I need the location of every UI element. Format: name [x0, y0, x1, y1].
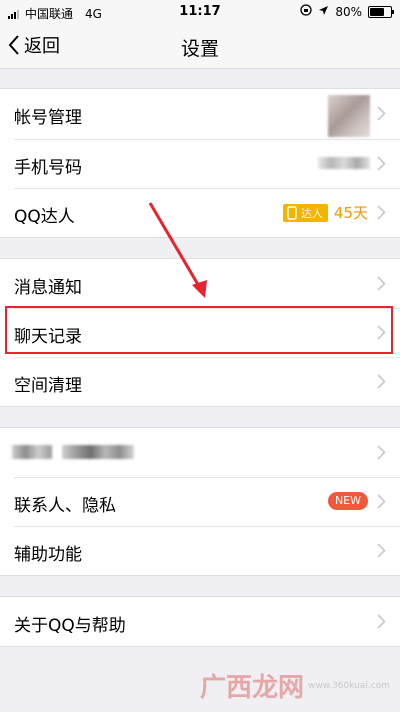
qq-expert-tag-text: 达人	[300, 206, 323, 220]
privacy-group: 联系人、隐私 NEW 辅助功能	[0, 427, 400, 576]
phone-number-value	[318, 157, 370, 169]
item-label: 关于QQ与帮助	[14, 616, 126, 636]
battery-icon	[368, 5, 394, 18]
settings-item-phone[interactable]: 手机号码	[0, 139, 400, 188]
chevron-right-icon	[377, 106, 386, 121]
settings-item-contacts-privacy[interactable]: 联系人、隐私 NEW	[0, 477, 400, 526]
watermark-url: www.360kuai.com	[307, 680, 390, 691]
avatar	[328, 95, 370, 137]
settings-item-blurred[interactable]	[0, 428, 400, 477]
chevron-right-icon	[377, 374, 386, 389]
chevron-right-icon	[377, 543, 386, 558]
settings-item-account[interactable]: 帐号管理	[0, 89, 400, 139]
settings-item-accessibility[interactable]: 辅助功能	[0, 526, 400, 575]
watermark-text: 广西龙网	[199, 673, 304, 703]
item-label: 空间清理	[14, 376, 82, 396]
settings-item-about[interactable]: 关于QQ与帮助	[0, 597, 400, 646]
battery-percent: 80%	[335, 4, 362, 19]
qq-expert-days: 45天	[333, 204, 368, 222]
item-label: 辅助功能	[14, 545, 82, 565]
watermark: 广西龙网 www.360kuai.com	[200, 667, 390, 704]
chevron-right-icon	[377, 445, 386, 460]
chevron-right-icon	[377, 325, 386, 340]
qq-expert-badge: 达人 45天	[282, 202, 368, 223]
phone-icon	[287, 205, 297, 220]
settings-item-chat-history[interactable]: 聊天记录	[0, 308, 400, 357]
settings-item-notifications[interactable]: 消息通知	[0, 259, 400, 308]
chevron-right-icon	[377, 156, 386, 171]
item-label: 消息通知	[14, 278, 82, 298]
about-group: 关于QQ与帮助	[0, 596, 400, 647]
item-label: 联系人、隐私	[14, 496, 116, 516]
settings-item-space-cleanup[interactable]: 空间清理	[0, 357, 400, 406]
blurred-label	[12, 445, 52, 459]
status-right: 80%	[300, 4, 394, 19]
item-label: 手机号码	[14, 158, 82, 178]
orientation-lock-icon	[300, 4, 312, 19]
new-badge: NEW	[327, 492, 368, 510]
qq-expert-tag: 达人	[282, 203, 328, 222]
chat-group: 消息通知 聊天记录 空间清理	[0, 258, 400, 407]
blurred-label	[62, 445, 134, 459]
page-title: 设置	[180, 38, 219, 60]
nav-bar: 返回 设置	[0, 24, 400, 69]
item-label: 帐号管理	[14, 108, 82, 128]
location-arrow-icon	[318, 5, 329, 19]
settings-item-qq-expert[interactable]: QQ达人 达人 45天	[0, 188, 400, 237]
chevron-right-icon	[377, 276, 386, 291]
chevron-right-icon	[377, 614, 386, 629]
status-bar: 中国联通 4G 11:17 80%	[0, 0, 400, 24]
account-group: 帐号管理 手机号码 QQ达人 达人 45天	[0, 88, 400, 238]
chevron-right-icon	[377, 205, 386, 220]
item-label: QQ达人	[14, 207, 75, 227]
chevron-right-icon	[377, 494, 386, 509]
item-label: 聊天记录	[14, 327, 82, 347]
